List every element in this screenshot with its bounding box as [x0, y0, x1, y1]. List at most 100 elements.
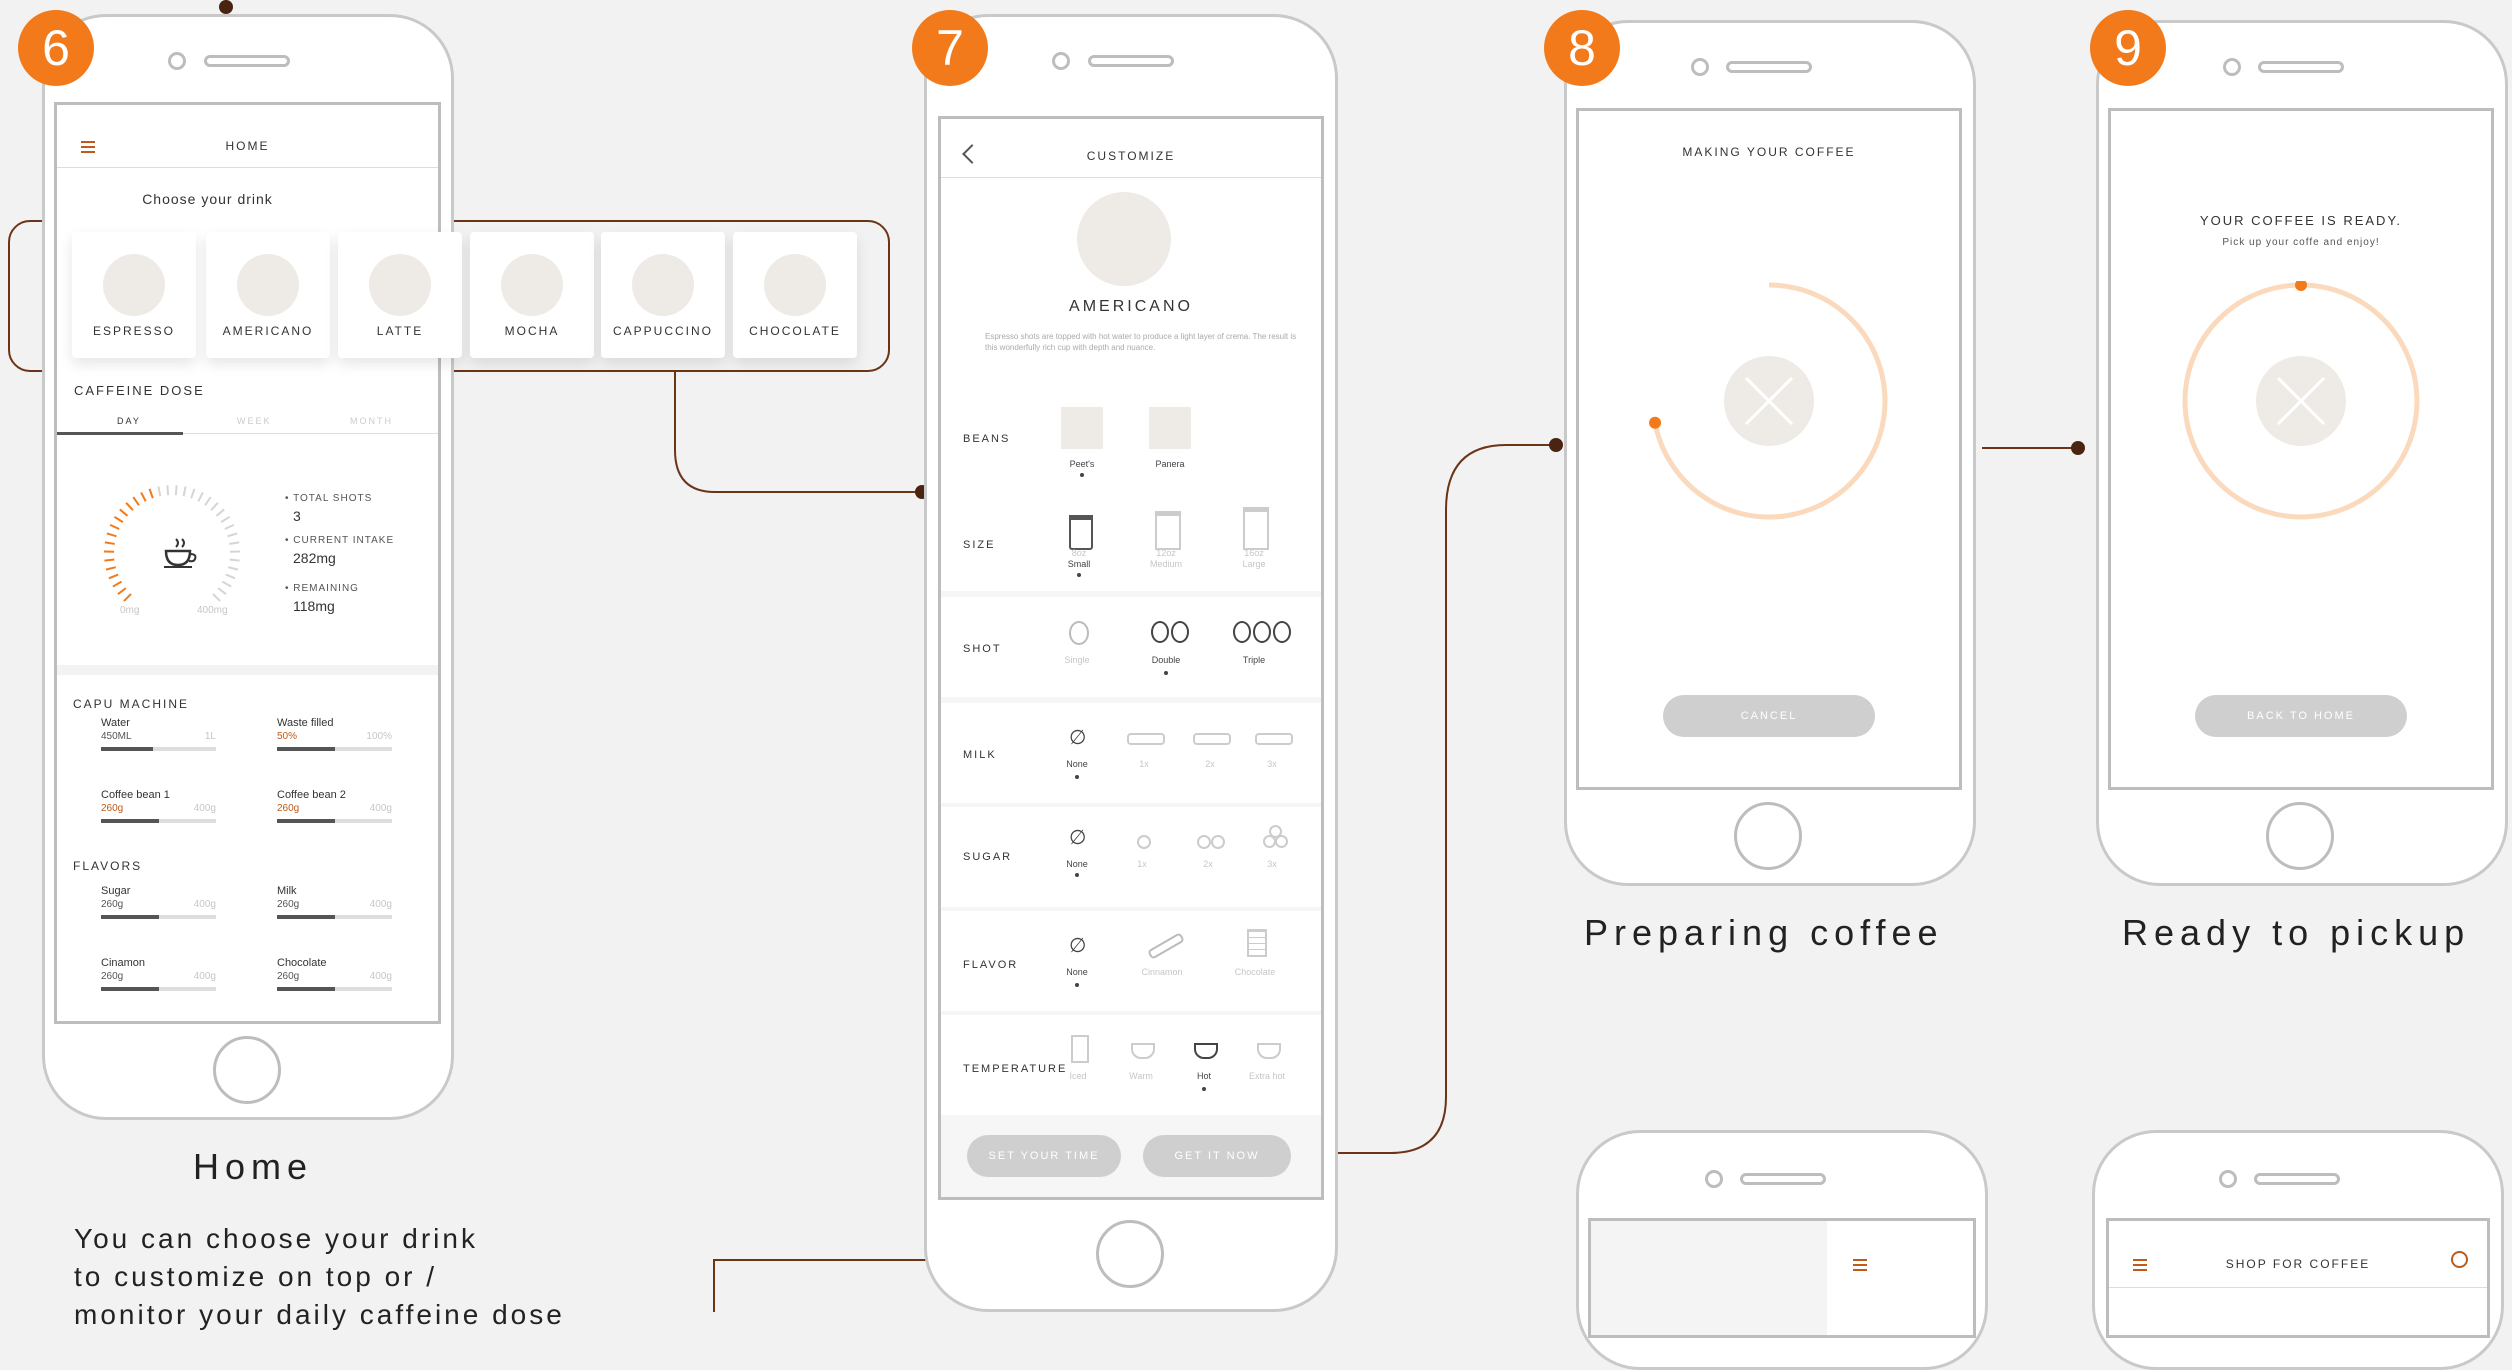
bean-triple-icon[interactable] [1233, 621, 1291, 648]
meter-name: Waste filled [277, 717, 392, 729]
get-it-now-button[interactable]: GET IT NOW [1143, 1135, 1291, 1177]
drink-description: Espresso shots are topped with hot water… [985, 331, 1301, 353]
drink-label: CHOCOLATE [733, 324, 857, 338]
page-title: SHOP FOR COFFEE [2109, 1257, 2487, 1271]
ready-screen: YOUR COFFEE IS READY. Pick up your coffe… [2108, 108, 2494, 790]
gauge-tick [113, 582, 122, 587]
phone-camera [1705, 1170, 1723, 1188]
gauge-tick [124, 594, 131, 601]
flavors-title: FLAVORS [73, 859, 142, 873]
gauge-tick [228, 533, 238, 536]
drink-name: AMERICANO [941, 298, 1321, 316]
gauge-max: 400mg [197, 605, 228, 616]
milk-3x-icon[interactable] [1255, 733, 1293, 745]
hamburger-icon[interactable] [1853, 1259, 1867, 1271]
meter-bar [101, 987, 216, 991]
chocolate-icon[interactable] [1247, 929, 1267, 957]
gauge-tick [133, 497, 139, 505]
warm-cup-icon[interactable] [1131, 1043, 1155, 1059]
phone-home-button[interactable] [1096, 1220, 1164, 1288]
none-icon[interactable]: ∅ [1069, 825, 1086, 850]
sugar-1x-icon[interactable] [1137, 835, 1151, 849]
meter-fill [277, 747, 335, 751]
step-badge-6: 6 [18, 10, 94, 86]
drink-card-latte[interactable]: LATTE [338, 232, 462, 358]
tab-day-active [57, 432, 183, 435]
gauge-tick [222, 582, 231, 587]
extra-hot-cup-icon[interactable] [1257, 1043, 1281, 1059]
phone-home-button[interactable] [2266, 802, 2334, 870]
cup-large-icon[interactable] [1243, 507, 1269, 550]
header-divider [941, 177, 1321, 178]
drink-image [1077, 192, 1171, 286]
meter-item: Coffee bean 1260g400g [101, 789, 216, 823]
meter-max: 100% [366, 731, 392, 742]
option-label: None [1042, 967, 1112, 977]
choose-drink-label: Choose your drink [57, 191, 358, 207]
row-temperature: TEMPERATURE Iced Warm Hot Extra hot [941, 1015, 1321, 1115]
tab-month[interactable]: MONTH [350, 416, 393, 426]
gauge-tick [229, 542, 239, 544]
bean-single-icon[interactable] [1069, 621, 1089, 645]
phone-speaker [204, 55, 290, 67]
meter-item: Milk260g400g [277, 885, 392, 919]
meter-bar [277, 915, 392, 919]
phone-home-button[interactable] [213, 1036, 281, 1104]
gauge-tick [120, 509, 128, 515]
none-icon[interactable]: ∅ [1069, 725, 1086, 750]
drink-image [103, 254, 165, 316]
connector-dot [219, 0, 233, 14]
back-to-home-button[interactable]: BACK TO HOME [2195, 695, 2407, 737]
search-icon[interactable] [2451, 1251, 2468, 1268]
phone-camera [1691, 58, 1709, 76]
cup-small-icon[interactable] [1069, 515, 1093, 550]
stat-value: 118mg [293, 598, 359, 614]
drink-label: AMERICANO [206, 324, 330, 338]
drink-image [369, 254, 431, 316]
sugar-2x-icon[interactable] [1197, 835, 1225, 854]
hot-cup-icon[interactable] [1194, 1043, 1218, 1059]
meter-item: Chocolate260g400g [277, 957, 392, 991]
drink-card-espresso[interactable]: ESPRESSO [72, 232, 196, 358]
milk-2x-icon[interactable] [1193, 733, 1231, 745]
option-label: 1x [1109, 759, 1179, 769]
bean-double-icon[interactable] [1151, 621, 1189, 648]
iced-cup-icon[interactable] [1071, 1035, 1089, 1063]
tab-week[interactable]: WEEK [237, 416, 272, 426]
drink-card-mocha[interactable]: MOCHA [470, 232, 594, 358]
header-divider [57, 167, 438, 168]
meter-item: Cinamon260g400g [101, 957, 216, 991]
page-title: MAKING YOUR COFFEE [1579, 145, 1959, 159]
page-title: CUSTOMIZE [941, 149, 1321, 163]
row-label: MILK [963, 749, 997, 761]
drink-card-cappuccino[interactable]: CAPPUCCINO [601, 232, 725, 358]
set-time-button[interactable]: SET YOUR TIME [967, 1135, 1121, 1177]
drink-card-chocolate[interactable]: CHOCOLATE [733, 232, 857, 358]
meter-max: 400g [194, 899, 216, 910]
meter-item: Sugar260g400g [101, 885, 216, 919]
meter-fill [101, 987, 159, 991]
phone-home-button[interactable] [1734, 802, 1802, 870]
gauge-min: 0mg [120, 605, 139, 616]
meter-item: Water450ML1L [101, 717, 216, 751]
sugar-3x-icon[interactable] [1263, 825, 1287, 849]
cinnamon-icon[interactable] [1147, 932, 1185, 960]
cancel-button[interactable]: CANCEL [1663, 695, 1875, 737]
gauge-tick [198, 492, 203, 501]
bean-panera[interactable] [1149, 407, 1191, 449]
meter-fill [277, 915, 335, 919]
option-label: 3x [1237, 859, 1307, 869]
tab-day[interactable]: DAY [117, 416, 141, 426]
bean-peets[interactable] [1061, 407, 1103, 449]
gauge-tick [158, 486, 160, 496]
cup-medium-icon[interactable] [1155, 511, 1181, 550]
meter-name: Water [101, 717, 216, 729]
gauge-tick [107, 533, 117, 536]
milk-1x-icon[interactable] [1127, 733, 1165, 745]
gauge-tick [225, 525, 234, 529]
meter-value: 260g [101, 971, 123, 982]
phone-speaker [1740, 1173, 1826, 1185]
drink-card-americano[interactable]: AMERICANO [206, 232, 330, 358]
none-icon[interactable]: ∅ [1069, 933, 1086, 958]
option-label: 2x [1173, 859, 1243, 869]
